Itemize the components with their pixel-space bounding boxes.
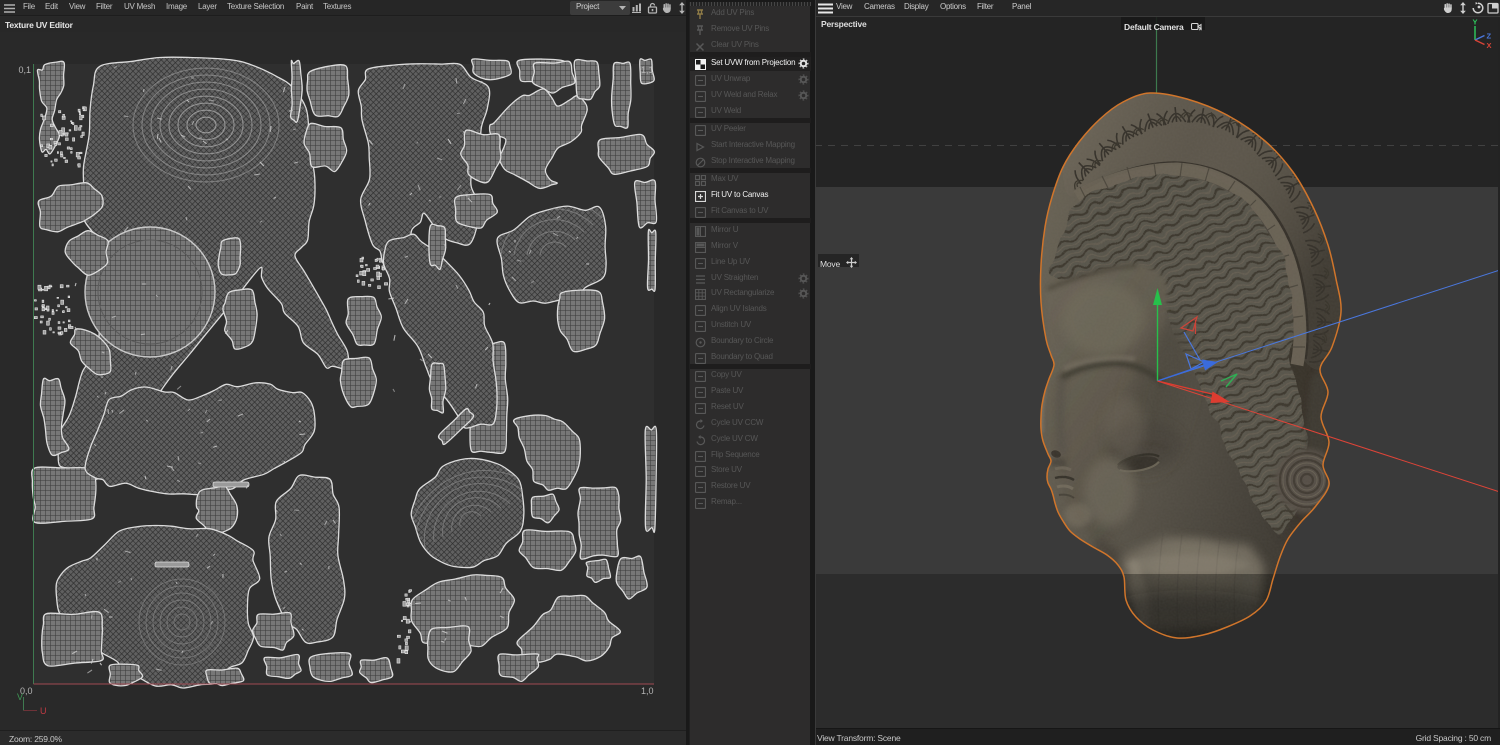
svg-text:V: V <box>17 692 23 702</box>
svg-text:1,0: 1,0 <box>641 686 654 696</box>
svg-text:Y: Y <box>1473 18 1478 27</box>
svg-text:U: U <box>40 706 47 716</box>
svg-text:X: X <box>1487 41 1492 50</box>
svg-text:1,1: 1,1 <box>641 65 654 75</box>
svg-text:Z: Z <box>1487 32 1492 41</box>
svg-text:0,1: 0,1 <box>18 65 31 75</box>
